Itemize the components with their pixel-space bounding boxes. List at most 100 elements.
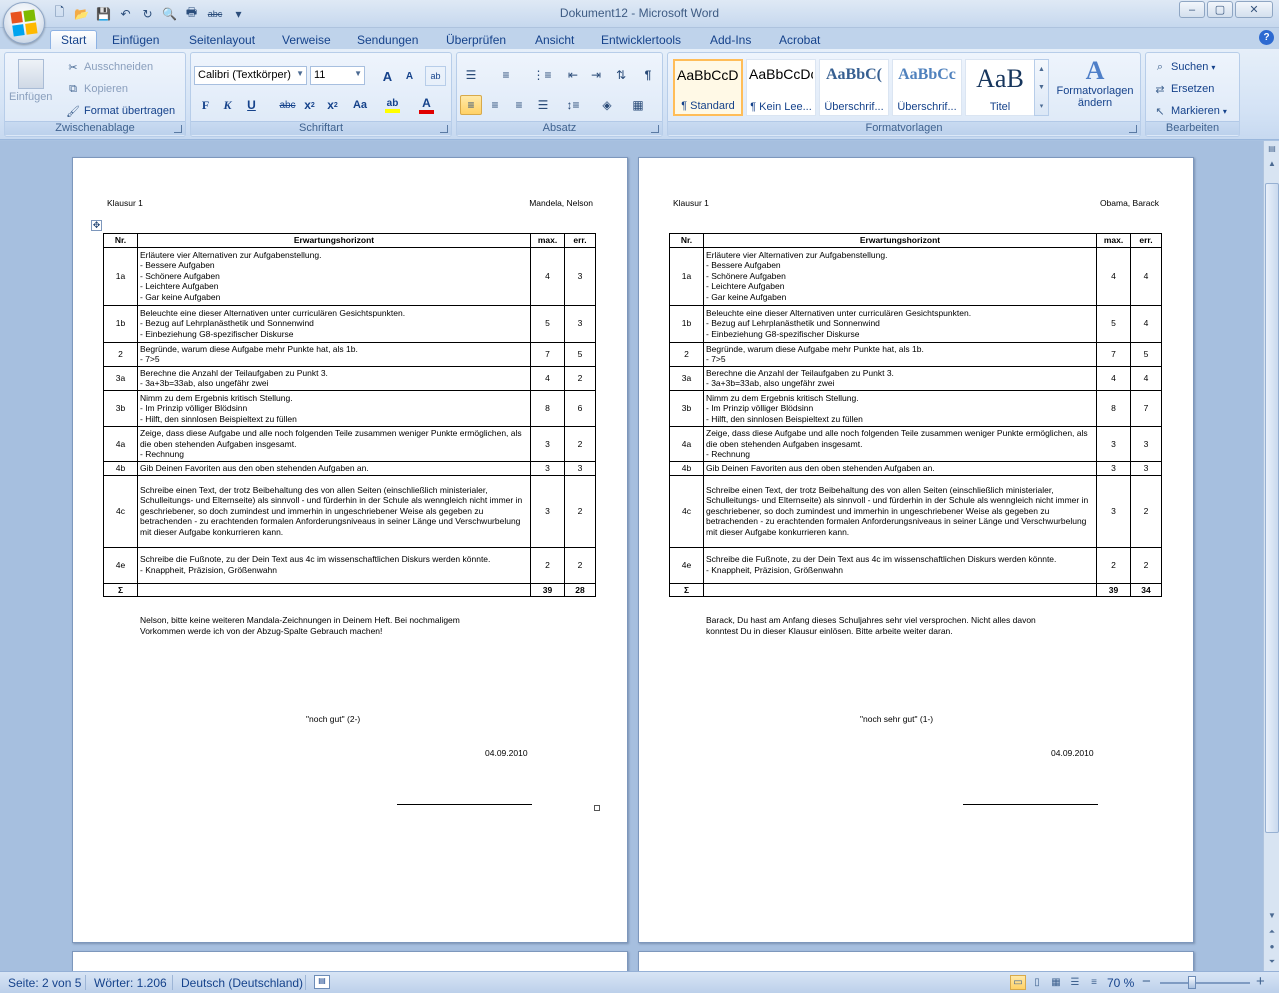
clear-formatting-icon[interactable]: ab: [425, 66, 446, 86]
font-color-button[interactable]: A: [416, 95, 437, 115]
table-row: Σ 39 34: [669, 582, 1162, 598]
styles-gallery-scroll[interactable]: ▲ ▼ ▾: [1034, 59, 1049, 116]
bullets-icon[interactable]: ☰: [460, 65, 482, 85]
tab-verweise[interactable]: Verweise: [282, 30, 331, 49]
vertical-scrollbar[interactable]: ▤ ▲ ▼ ⏶ ● ⏷: [1263, 141, 1279, 971]
subscript-button[interactable]: x2: [299, 95, 320, 115]
align-right-icon[interactable]: ≡: [508, 95, 530, 115]
decrease-indent-icon[interactable]: ⇤: [562, 65, 584, 85]
close-button[interactable]: ✕: [1235, 1, 1273, 18]
tab-sendungen[interactable]: Sendungen: [357, 30, 418, 49]
styles-launcher-icon[interactable]: [1129, 125, 1137, 133]
zoom-out-button[interactable]: −: [1142, 973, 1151, 990]
table-move-icon[interactable]: ✥: [91, 220, 102, 231]
tab-seitenlayout[interactable]: Seitenlayout: [189, 30, 255, 49]
multilevel-list-icon[interactable]: ⋮≡: [531, 65, 553, 85]
next-page-icon[interactable]: ⏷: [1265, 955, 1279, 969]
paragraph-launcher-icon[interactable]: [651, 125, 659, 133]
change-styles-button[interactable]: A Formatvorlagen ändern: [1052, 57, 1138, 110]
clipboard-launcher-icon[interactable]: [174, 125, 182, 133]
font-size-combo[interactable]: 11 ▼: [310, 66, 365, 85]
select-button[interactable]: ↖ Markieren ▾: [1152, 103, 1227, 119]
tab-ueberpruefen[interactable]: Überprüfen: [446, 30, 506, 49]
zoom-slider-thumb[interactable]: [1187, 976, 1196, 989]
zoom-in-button[interactable]: +: [1256, 973, 1265, 990]
tab-add-ins[interactable]: Add-Ins: [710, 30, 751, 49]
document-area[interactable]: Klausur 1 Mandela, Nelson ✥ Nr. Erwartun…: [0, 141, 1263, 971]
font-launcher-icon[interactable]: [440, 125, 448, 133]
task-number: 4b: [103, 460, 138, 476]
scroll-down-icon[interactable]: ▼: [1265, 909, 1279, 923]
minimize-button[interactable]: –: [1179, 1, 1205, 18]
justify-icon[interactable]: ☰: [532, 95, 554, 115]
full-screen-reading-icon[interactable]: ▯: [1029, 975, 1045, 990]
find-button[interactable]: ⌕ Suchen ▾: [1152, 59, 1215, 75]
page[interactable]: Klausur 1 Obama, Barack Nr. Erwartungsho…: [638, 157, 1194, 943]
page-count[interactable]: Seite: 2 von 5: [8, 976, 81, 990]
cut-button[interactable]: ✂ Ausschneiden: [65, 59, 153, 75]
maximize-button[interactable]: ▢: [1207, 1, 1233, 18]
numbering-icon[interactable]: ≡: [495, 65, 517, 85]
tab-acrobat[interactable]: Acrobat: [779, 30, 820, 49]
grow-font-button[interactable]: A: [377, 66, 398, 86]
gallery-more-icon[interactable]: ▾: [1040, 102, 1044, 110]
print-layout-view-icon[interactable]: ▭: [1010, 975, 1026, 990]
zoom-slider[interactable]: [1160, 982, 1250, 984]
style-ueberschrift-1[interactable]: AaBbC( Überschrif...: [819, 59, 889, 116]
replace-button[interactable]: ⇄ Ersetzen: [1152, 81, 1214, 97]
page[interactable]: [638, 951, 1194, 971]
italic-button[interactable]: K: [217, 95, 238, 115]
borders-icon[interactable]: ▦: [627, 95, 649, 115]
achieved-points: 3: [1130, 425, 1162, 462]
style-kein-leerraum[interactable]: AaBbCcDc ¶ Kein Lee...: [746, 59, 816, 116]
achieved-points: 6: [564, 389, 596, 427]
macro-record-icon[interactable]: ▤: [314, 975, 330, 989]
web-layout-icon[interactable]: ▦: [1048, 975, 1064, 990]
tab-ansicht[interactable]: Ansicht: [535, 30, 574, 49]
page[interactable]: [72, 951, 628, 971]
task-number: 4e: [669, 546, 704, 584]
increase-indent-icon[interactable]: ⇥: [585, 65, 607, 85]
browse-object-icon[interactable]: ●: [1265, 940, 1279, 954]
ruler-toggle-icon[interactable]: ▤: [1265, 142, 1279, 156]
style-ueberschrift-2[interactable]: AaBbCc Überschrif...: [892, 59, 962, 116]
chevron-down-icon[interactable]: ▼: [1038, 84, 1045, 91]
bold-button[interactable]: F: [195, 95, 216, 115]
max-points: 3: [1096, 474, 1131, 548]
style-standard[interactable]: AaBbCcDc ¶ Standard: [673, 59, 743, 116]
tab-einfuegen[interactable]: Einfügen: [112, 30, 159, 49]
zoom-level[interactable]: 70 %: [1107, 976, 1134, 990]
copy-button[interactable]: ⧉ Kopieren: [65, 81, 128, 97]
draft-view-icon[interactable]: ≡: [1086, 975, 1102, 990]
tab-entwicklertools[interactable]: Entwicklertools: [601, 30, 681, 49]
align-center-icon[interactable]: ≡: [484, 95, 506, 115]
scroll-up-icon[interactable]: ▲: [1265, 157, 1279, 171]
help-icon[interactable]: ?: [1259, 30, 1274, 45]
paste-button[interactable]: Einfügen: [9, 59, 52, 103]
superscript-button[interactable]: x2: [322, 95, 343, 115]
sort-icon[interactable]: ⇅: [610, 65, 632, 85]
format-painter-button[interactable]: 🖌 Format übertragen: [65, 103, 175, 119]
strikethrough-button[interactable]: abc: [277, 95, 298, 115]
language[interactable]: Deutsch (Deutschland): [181, 976, 303, 990]
line-spacing-icon[interactable]: ↕≡: [562, 95, 584, 115]
chevron-up-icon[interactable]: ▲: [1038, 66, 1045, 73]
change-case-button[interactable]: Aa: [347, 95, 373, 115]
shading-icon[interactable]: ◈: [596, 95, 618, 115]
page[interactable]: Klausur 1 Mandela, Nelson ✥ Nr. Erwartun…: [72, 157, 628, 943]
task-number: 2: [669, 341, 704, 367]
underline-button[interactable]: U: [241, 95, 262, 115]
font-name-combo[interactable]: Calibri (Textkörper) ▼: [194, 66, 307, 85]
tab-start[interactable]: Start: [50, 30, 98, 49]
office-button[interactable]: [3, 2, 45, 44]
word-count[interactable]: Wörter: 1.206: [94, 976, 167, 990]
previous-page-icon[interactable]: ⏶: [1265, 925, 1279, 939]
table-resize-handle[interactable]: [594, 805, 600, 811]
scroll-thumb[interactable]: [1265, 183, 1279, 833]
style-titel[interactable]: AaB Titel: [965, 59, 1035, 116]
pilcrow-icon[interactable]: ¶: [637, 65, 659, 85]
align-left-icon[interactable]: ≡: [460, 95, 482, 115]
shrink-font-button[interactable]: A: [399, 66, 420, 86]
outline-view-icon[interactable]: ☰: [1067, 975, 1083, 990]
highlight-button[interactable]: ab: [382, 95, 403, 115]
